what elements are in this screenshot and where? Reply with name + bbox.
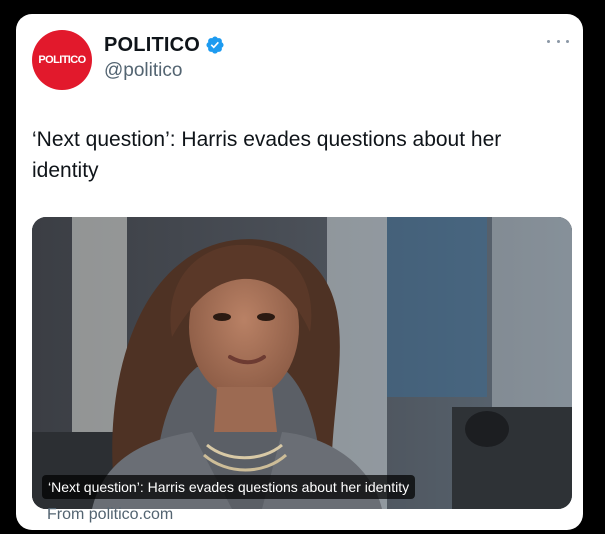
tweet-text: ‘Next question’: Harris evades questions… [32, 128, 502, 182]
news-photo [32, 217, 572, 509]
more-options-icon[interactable] [547, 36, 569, 46]
link-card-media[interactable]: ‘Next question’: Harris evades questions… [32, 217, 572, 509]
link-source[interactable]: From politico.com [47, 506, 173, 524]
avatar[interactable]: POLITICO [32, 30, 92, 90]
media-caption: ‘Next question’: Harris evades questions… [42, 475, 416, 499]
account-handle[interactable]: @politico [104, 60, 182, 82]
display-name[interactable]: POLITICO [104, 34, 200, 57]
verified-badge-icon[interactable] [205, 35, 225, 55]
name-row: POLITICO [104, 33, 225, 57]
tweet-card[interactable]: POLITICO POLITICO @politico ‘Next questi… [16, 14, 583, 530]
avatar-logo-text: POLITICO [38, 54, 86, 66]
